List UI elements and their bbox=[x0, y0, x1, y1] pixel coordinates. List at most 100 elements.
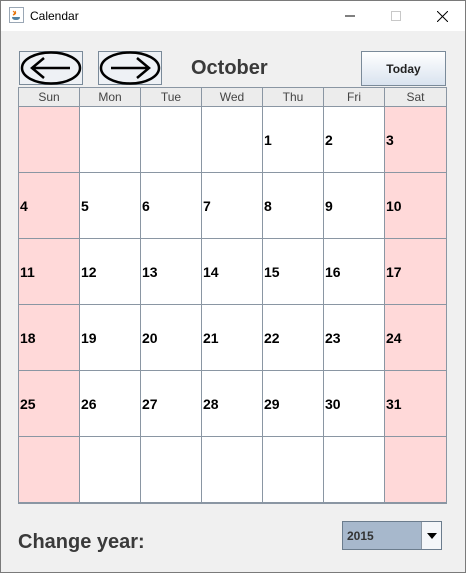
weekday-wed: Wed bbox=[202, 88, 263, 107]
day-cell[interactable]: 16 bbox=[324, 239, 385, 305]
year-value: 2015 bbox=[347, 528, 374, 543]
weekday-thu: Thu bbox=[263, 88, 324, 107]
day-cell[interactable]: 21 bbox=[202, 305, 263, 371]
empty-day-cell[interactable] bbox=[202, 107, 263, 173]
day-number: 24 bbox=[386, 330, 402, 346]
day-number: 23 bbox=[325, 330, 341, 346]
day-number: 21 bbox=[203, 330, 219, 346]
day-cell[interactable]: 24 bbox=[385, 305, 446, 371]
day-cell[interactable]: 15 bbox=[263, 239, 324, 305]
day-cell[interactable]: 27 bbox=[141, 371, 202, 437]
day-number: 27 bbox=[142, 396, 158, 412]
calendar-grid: Sun Mon Tue Wed Thu Fri Sat 1 2 3 4 5 6 7 8 9 10 1… bbox=[18, 87, 447, 504]
day-cell[interactable]: 23 bbox=[324, 305, 385, 371]
weekday-header: Sun Mon Tue Wed Thu Fri Sat bbox=[19, 88, 446, 107]
empty-day-cell[interactable] bbox=[80, 437, 141, 503]
day-number: 28 bbox=[203, 396, 219, 412]
day-cell[interactable]: 5 bbox=[80, 173, 141, 239]
day-number: 13 bbox=[142, 264, 158, 280]
day-cell[interactable]: 28 bbox=[202, 371, 263, 437]
empty-day-cell[interactable] bbox=[141, 107, 202, 173]
weekday-tue: Tue bbox=[141, 88, 202, 107]
empty-day-cell[interactable] bbox=[141, 437, 202, 503]
dropdown-arrow-icon[interactable] bbox=[421, 522, 441, 549]
week-row: 11 12 13 14 15 16 17 bbox=[19, 239, 446, 305]
empty-day-cell[interactable] bbox=[80, 107, 141, 173]
day-number: 17 bbox=[386, 264, 402, 280]
day-cell[interactable]: 26 bbox=[80, 371, 141, 437]
maximize-button[interactable] bbox=[373, 1, 419, 31]
day-cell[interactable]: 19 bbox=[80, 305, 141, 371]
empty-day-cell[interactable] bbox=[202, 437, 263, 503]
day-cell[interactable]: 4 bbox=[19, 173, 80, 239]
day-number: 29 bbox=[264, 396, 280, 412]
day-cell[interactable]: 30 bbox=[324, 371, 385, 437]
day-number: 4 bbox=[20, 198, 28, 214]
weekday-fri: Fri bbox=[324, 88, 385, 107]
title-bar: Calendar bbox=[1, 1, 465, 31]
day-number: 3 bbox=[386, 132, 394, 148]
day-number: 10 bbox=[386, 198, 402, 214]
day-number: 25 bbox=[20, 396, 36, 412]
day-cell[interactable]: 9 bbox=[324, 173, 385, 239]
week-row: 1 2 3 bbox=[19, 107, 446, 173]
day-cell[interactable]: 3 bbox=[385, 107, 446, 173]
previous-month-button[interactable] bbox=[19, 51, 83, 85]
day-number: 12 bbox=[81, 264, 97, 280]
day-cell[interactable]: 11 bbox=[19, 239, 80, 305]
day-cell[interactable]: 22 bbox=[263, 305, 324, 371]
week-row: 25 26 27 28 29 30 31 bbox=[19, 371, 446, 437]
day-number: 22 bbox=[264, 330, 280, 346]
day-number: 18 bbox=[20, 330, 36, 346]
month-title: October bbox=[191, 57, 268, 79]
day-cell[interactable]: 29 bbox=[263, 371, 324, 437]
day-number: 31 bbox=[386, 396, 402, 412]
weekday-sun: Sun bbox=[19, 88, 80, 107]
day-number: 5 bbox=[81, 198, 89, 214]
weekday-mon: Mon bbox=[80, 88, 141, 107]
arrow-left-icon bbox=[20, 51, 82, 85]
day-cell[interactable]: 7 bbox=[202, 173, 263, 239]
day-cell[interactable]: 14 bbox=[202, 239, 263, 305]
day-number: 11 bbox=[20, 264, 35, 280]
day-number: 2 bbox=[325, 132, 333, 148]
day-cell[interactable]: 8 bbox=[263, 173, 324, 239]
day-cell[interactable]: 18 bbox=[19, 305, 80, 371]
day-number: 8 bbox=[264, 198, 272, 214]
year-select[interactable]: 2015 bbox=[342, 521, 442, 550]
empty-day-cell[interactable] bbox=[19, 437, 80, 503]
next-month-button[interactable] bbox=[98, 51, 162, 85]
day-cell[interactable]: 17 bbox=[385, 239, 446, 305]
day-number: 16 bbox=[325, 264, 341, 280]
week-row: 18 19 20 21 22 23 24 bbox=[19, 305, 446, 371]
day-cell[interactable]: 13 bbox=[141, 239, 202, 305]
day-cell[interactable]: 2 bbox=[324, 107, 385, 173]
weeks-container: 1 2 3 4 5 6 7 8 9 10 11 12 13 14 15 16 17 18 19 20 21 22 23 24 2… bbox=[19, 107, 446, 503]
day-cell[interactable]: 1 bbox=[263, 107, 324, 173]
empty-day-cell[interactable] bbox=[385, 437, 446, 503]
day-number: 20 bbox=[142, 330, 158, 346]
day-number: 7 bbox=[203, 198, 211, 214]
day-number: 15 bbox=[264, 264, 280, 280]
empty-day-cell[interactable] bbox=[263, 437, 324, 503]
empty-day-cell[interactable] bbox=[324, 437, 385, 503]
weekday-sat: Sat bbox=[385, 88, 446, 107]
day-cell[interactable]: 10 bbox=[385, 173, 446, 239]
day-number: 6 bbox=[142, 198, 150, 214]
close-button[interactable] bbox=[419, 1, 465, 31]
day-number: 1 bbox=[264, 132, 272, 148]
arrow-right-icon bbox=[99, 51, 161, 85]
day-cell[interactable]: 20 bbox=[141, 305, 202, 371]
day-number: 14 bbox=[203, 264, 219, 280]
day-cell[interactable]: 31 bbox=[385, 371, 446, 437]
today-button[interactable]: Today bbox=[361, 51, 446, 86]
day-number: 30 bbox=[325, 396, 341, 412]
day-cell[interactable]: 12 bbox=[80, 239, 141, 305]
minimize-button[interactable] bbox=[327, 1, 373, 31]
java-app-icon bbox=[9, 7, 24, 23]
day-cell[interactable]: 25 bbox=[19, 371, 80, 437]
week-row: 4 5 6 7 8 9 10 bbox=[19, 173, 446, 239]
day-number: 26 bbox=[81, 396, 97, 412]
day-cell[interactable]: 6 bbox=[141, 173, 202, 239]
empty-day-cell[interactable] bbox=[19, 107, 80, 173]
